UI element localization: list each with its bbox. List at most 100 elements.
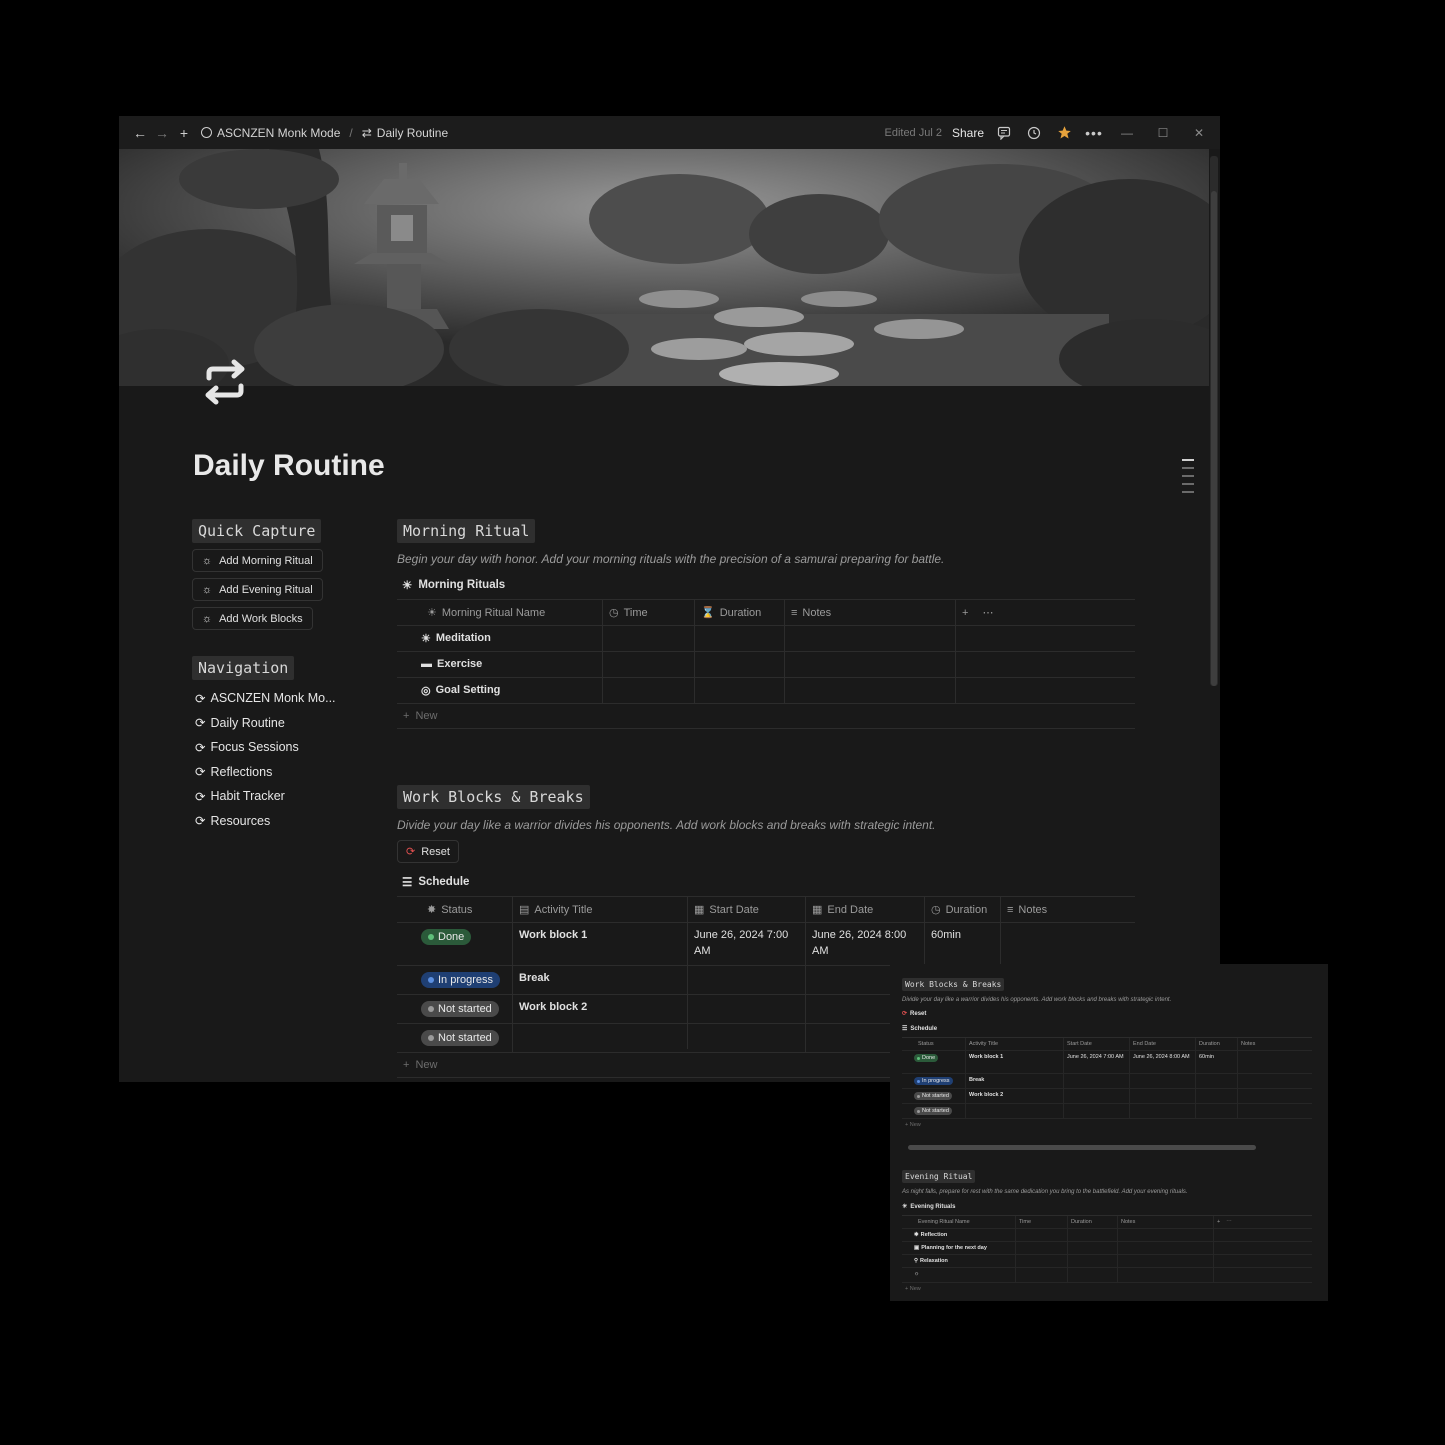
new-row-button[interactable]: + New [397, 704, 1135, 729]
column-header-duration[interactable]: ◷ Duration [925, 897, 1001, 922]
row-cell[interactable] [603, 678, 695, 703]
table-of-contents-indicator[interactable] [1182, 459, 1194, 499]
column-header-status[interactable]: ✸ Status [397, 897, 513, 922]
table-row[interactable]: ⚲ Relaxation [902, 1255, 1312, 1268]
activity-title-cell[interactable]: Work block 2 [966, 1089, 1064, 1103]
row-title-cell[interactable]: ◎ Goal Setting [397, 678, 603, 703]
notes-cell[interactable] [1238, 1074, 1312, 1088]
row-cell[interactable] [695, 678, 785, 703]
minimize-icon[interactable]: — [1114, 123, 1140, 143]
column-header-notes[interactable]: Notes [1238, 1038, 1312, 1050]
table-row[interactable]: ▬ Exercise [397, 652, 1135, 678]
table-row[interactable]: Not started [902, 1104, 1312, 1119]
status-badge[interactable]: Not started [914, 1107, 952, 1115]
start-date-cell[interactable]: June 26, 2024 7:00 AM [688, 923, 806, 965]
nav-item-reflections[interactable]: ⟳ Reflections [192, 760, 362, 785]
duration-cell[interactable]: 60min [1196, 1051, 1238, 1073]
start-date-cell[interactable] [1064, 1089, 1130, 1103]
status-cell[interactable]: In progress [902, 1074, 966, 1088]
status-badge[interactable]: Not started [421, 1001, 499, 1017]
start-date-cell[interactable]: June 26, 2024 7:00 AM [1064, 1051, 1130, 1073]
row-cell[interactable] [603, 626, 695, 651]
history-clock-icon[interactable] [1024, 123, 1044, 143]
row-cell[interactable] [1068, 1268, 1118, 1282]
close-icon[interactable]: ✕ [1186, 123, 1212, 143]
status-badge[interactable]: In progress [421, 972, 501, 988]
status-cell[interactable]: Not started [902, 1089, 966, 1103]
start-date-cell[interactable] [1064, 1074, 1130, 1088]
more-options-icon[interactable]: ••• [1084, 123, 1104, 143]
column-header-activity[interactable]: Activity Title [966, 1038, 1064, 1050]
table-row[interactable]: Not started Work block 2 [902, 1089, 1312, 1104]
back-arrow-icon[interactable]: ← [129, 122, 151, 144]
status-badge[interactable]: Done [914, 1054, 939, 1062]
start-date-cell[interactable] [688, 995, 806, 1023]
breadcrumb-page[interactable]: Daily Routine [377, 126, 448, 140]
status-cell[interactable]: Done [902, 1051, 966, 1073]
nav-item-monk-mode[interactable]: ⟳ ASCNZEN Monk Mo... [192, 686, 362, 711]
repeat-page-icon[interactable] [197, 356, 253, 412]
new-row-button[interactable]: + New [902, 1119, 1322, 1131]
schedule-database-title[interactable]: ☰ Schedule [397, 875, 1137, 889]
column-header-end[interactable]: ▦ End Date [806, 897, 925, 922]
activity-title-cell[interactable]: Work block 2 [513, 995, 688, 1023]
activity-title-cell[interactable]: Work block 1 [966, 1051, 1064, 1073]
column-header-activity[interactable]: ▤ Activity Title [513, 897, 688, 922]
row-title-cell[interactable]: ⚲ Relaxation [902, 1255, 1016, 1267]
notes-cell[interactable] [1238, 1089, 1312, 1103]
maximize-icon[interactable]: ☐ [1150, 123, 1176, 143]
end-date-cell[interactable] [1130, 1104, 1196, 1118]
column-header-notes[interactable]: ≡ Notes [785, 600, 956, 625]
end-date-cell[interactable]: June 26, 2024 8:00 AM [1130, 1051, 1196, 1073]
status-badge[interactable]: In progress [914, 1077, 953, 1085]
duration-cell[interactable] [1196, 1104, 1238, 1118]
end-date-cell[interactable] [1130, 1089, 1196, 1103]
column-header-notes[interactable]: Notes [1118, 1216, 1214, 1228]
row-title-cell[interactable]: ☼ [902, 1268, 1016, 1282]
table-row[interactable]: ▣ Planning for the next day [902, 1242, 1312, 1255]
nav-item-daily-routine[interactable]: ⟳ Daily Routine [192, 711, 362, 736]
row-cell[interactable] [1118, 1242, 1214, 1254]
row-cell[interactable] [1068, 1229, 1118, 1241]
forward-arrow-icon[interactable]: → [151, 122, 173, 144]
nav-item-habit-tracker[interactable]: ⟳ Habit Tracker [192, 784, 362, 809]
favorite-star-icon[interactable] [1054, 123, 1074, 143]
morning-rituals-database-title[interactable]: ☀ Morning Rituals [397, 578, 1137, 592]
row-title-cell[interactable]: ☀ Meditation [397, 626, 603, 651]
column-header-duration[interactable]: Duration [1196, 1038, 1238, 1050]
start-date-cell[interactable] [688, 1024, 806, 1052]
row-cell[interactable] [1118, 1268, 1214, 1282]
share-button[interactable]: Share [952, 126, 984, 140]
comment-icon[interactable] [994, 123, 1014, 143]
row-cell[interactable] [1016, 1255, 1068, 1267]
column-header-duration[interactable]: Duration [1068, 1216, 1118, 1228]
row-cell[interactable] [785, 626, 956, 651]
row-cell[interactable] [603, 652, 695, 677]
start-date-cell[interactable] [1064, 1104, 1130, 1118]
breadcrumb-workspace[interactable]: ASCNZEN Monk Mode [217, 126, 340, 140]
add-work-blocks-button[interactable]: ☼ Add Work Blocks [192, 607, 313, 630]
table-row[interactable]: In progress Break [902, 1074, 1312, 1089]
row-cell[interactable] [695, 652, 785, 677]
table-row[interactable]: Done Work block 1 June 26, 2024 7:00 AM … [902, 1051, 1312, 1074]
evening-rituals-database-title[interactable]: ☀ Evening Rituals [902, 1203, 1322, 1211]
table-row[interactable]: ☀ Meditation [397, 626, 1135, 652]
duration-cell[interactable]: 60min [925, 923, 1001, 965]
end-date-cell[interactable]: June 26, 2024 8:00 AM [806, 923, 925, 965]
status-badge[interactable]: Not started [421, 1030, 499, 1046]
end-date-cell[interactable] [1130, 1074, 1196, 1088]
column-header-status[interactable]: Status [902, 1038, 966, 1050]
table-row[interactable]: ✱ Reflection [902, 1229, 1312, 1242]
row-cell[interactable] [785, 678, 956, 703]
notes-cell[interactable] [1238, 1104, 1312, 1118]
table-row[interactable]: ◎ Goal Setting [397, 678, 1135, 704]
column-header-start[interactable]: Start Date [1064, 1038, 1130, 1050]
new-page-plus-icon[interactable]: + [173, 122, 195, 144]
row-title-cell[interactable]: ✱ Reflection [902, 1229, 1016, 1241]
scrollbar[interactable] [1210, 156, 1218, 686]
notes-cell[interactable] [1238, 1051, 1312, 1073]
column-header-end[interactable]: End Date [1130, 1038, 1196, 1050]
new-row-button[interactable]: + New [902, 1283, 1322, 1295]
status-cell[interactable]: Done [397, 923, 513, 965]
status-cell[interactable]: Not started [397, 1024, 513, 1052]
